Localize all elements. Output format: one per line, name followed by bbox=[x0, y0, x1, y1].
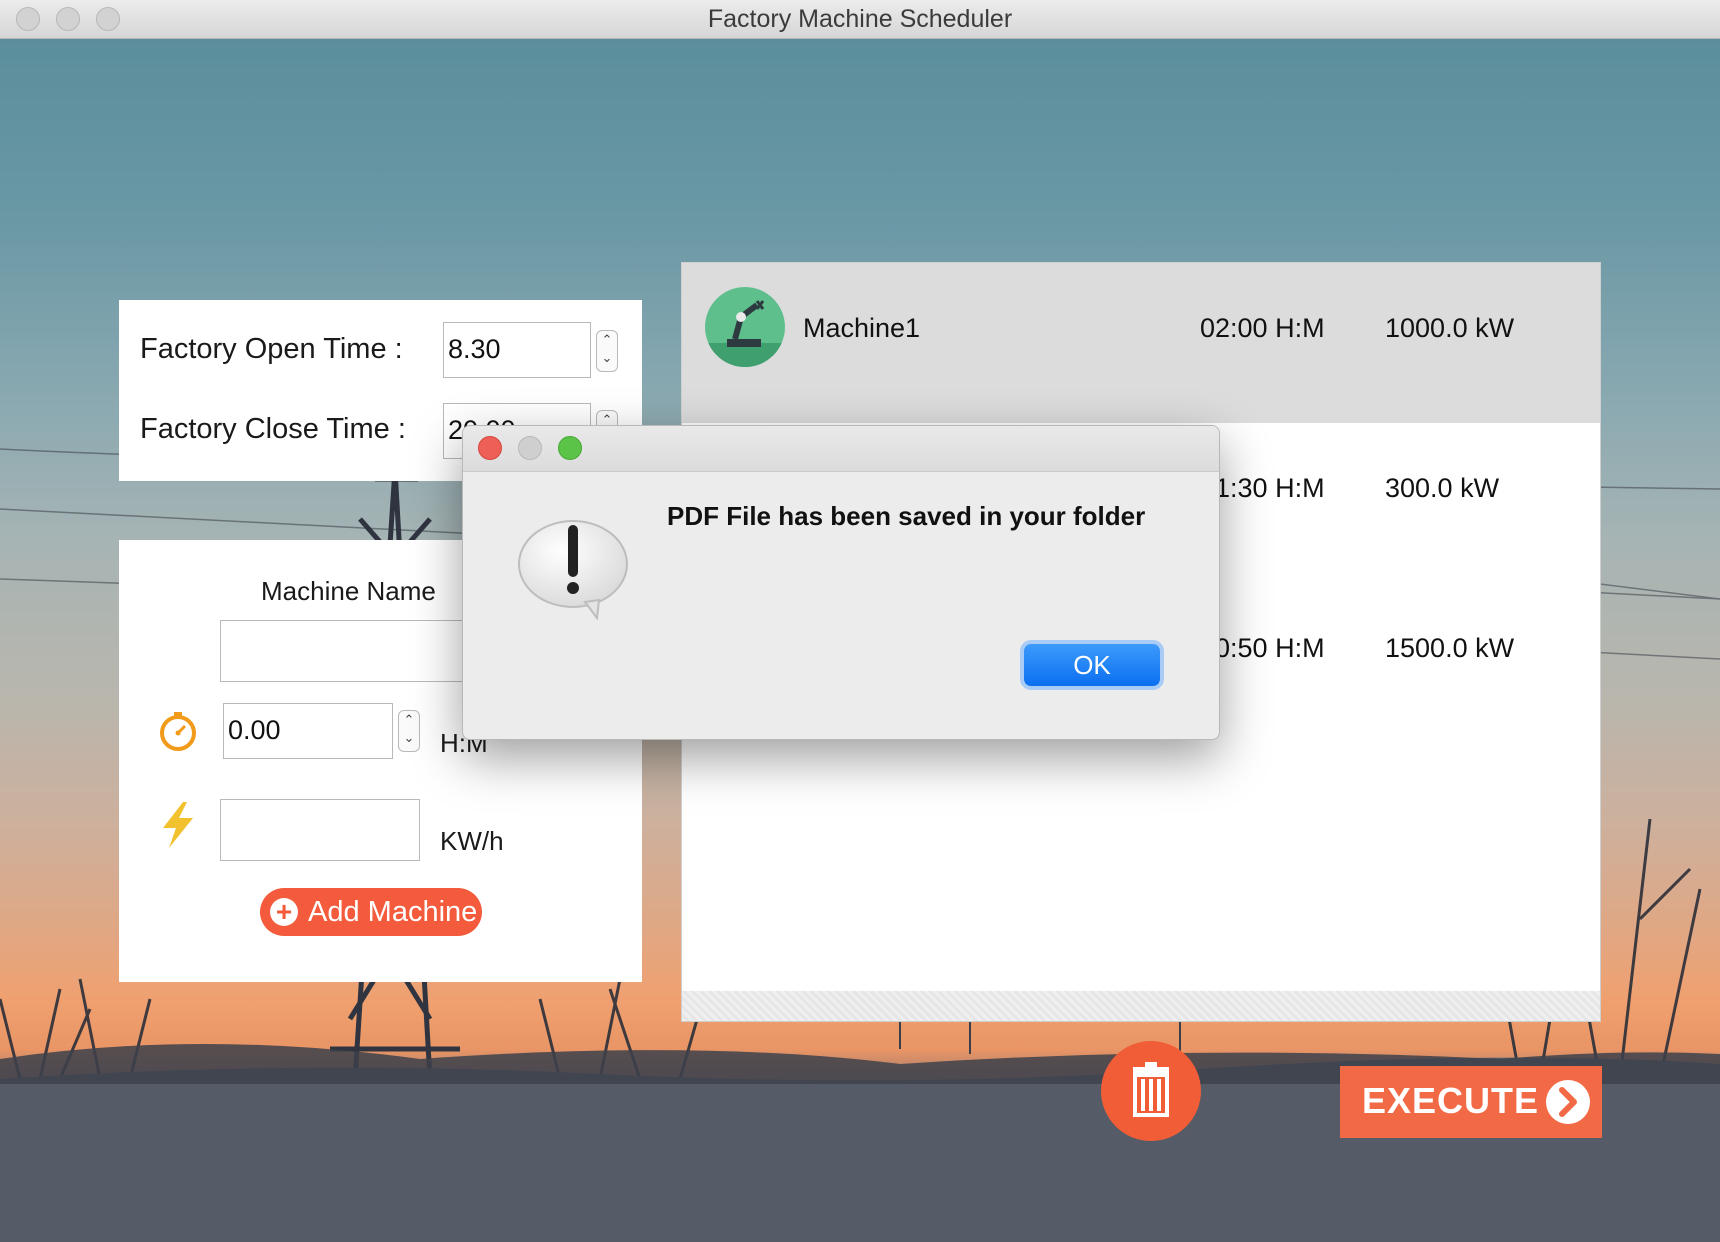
add-machine-button-label: Add Machine bbox=[308, 896, 478, 928]
window-title: Factory Machine Scheduler bbox=[707, 5, 1013, 33]
lightning-icon bbox=[157, 802, 197, 848]
machine-power: 1000.0 kW bbox=[1385, 313, 1515, 343]
dialog-message: PDF File has been saved in your folder bbox=[667, 501, 1146, 531]
factory-open-time-stepper[interactable]: ⌃ ⌄ bbox=[596, 330, 618, 372]
machine-duration: 02:00 H:M bbox=[1200, 313, 1325, 343]
factory-open-time-label: Factory Open Time : bbox=[140, 333, 403, 365]
machine-name-label: Machine Name bbox=[261, 576, 436, 606]
duration-input[interactable]: 0.00 bbox=[223, 703, 393, 759]
list-item[interactable]: Machine1 02:00 H:M 1000.0 kW bbox=[682, 263, 1600, 423]
execute-button-label: EXECUTE bbox=[1362, 1080, 1540, 1121]
machine-power: 1500.0 kW bbox=[1385, 633, 1515, 663]
dialog-close-button[interactable] bbox=[478, 436, 502, 460]
dialog-titlebar bbox=[463, 426, 1219, 472]
machine-power: 300.0 kW bbox=[1385, 473, 1500, 503]
dialog-minimize-button[interactable] bbox=[518, 436, 542, 460]
power-input[interactable] bbox=[220, 799, 420, 861]
add-machine-button[interactable]: + Add Machine bbox=[260, 888, 482, 936]
dialog-zoom-button[interactable] bbox=[558, 436, 582, 460]
power-unit-label: KW/h bbox=[440, 826, 504, 856]
delete-machine-button[interactable] bbox=[1101, 1041, 1201, 1141]
trash-icon bbox=[1133, 1062, 1169, 1117]
plus-icon: + bbox=[270, 898, 298, 926]
factory-open-time-input[interactable]: 8.30 bbox=[443, 322, 591, 378]
factory-close-time-label: Factory Close Time : bbox=[140, 413, 406, 445]
robot-arm-icon bbox=[705, 287, 785, 367]
duration-stepper[interactable]: ⌃ ⌄ bbox=[398, 710, 420, 752]
alert-bubble-icon bbox=[515, 516, 631, 621]
horizontal-scrollbar[interactable] bbox=[682, 991, 1600, 1021]
execute-button[interactable]: EXECUTE bbox=[1340, 1066, 1602, 1138]
ok-button[interactable]: OK bbox=[1024, 644, 1160, 686]
chevron-right-icon bbox=[1546, 1080, 1590, 1124]
stopwatch-icon bbox=[157, 710, 199, 752]
machine-name: Machine1 bbox=[803, 313, 921, 343]
window-titlebar: Factory Machine Scheduler bbox=[0, 0, 1720, 39]
alert-dialog: PDF File has been saved in your folder O… bbox=[462, 425, 1220, 740]
